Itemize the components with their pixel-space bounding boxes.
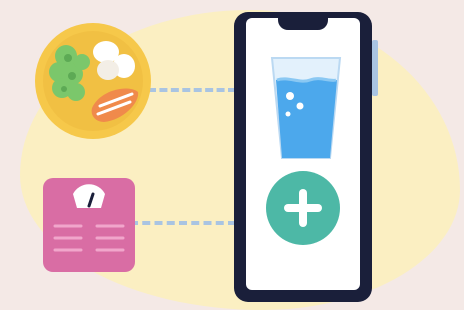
health-tracking-illustration xyxy=(0,0,464,310)
scale-connector-line xyxy=(130,221,236,225)
food-connector-line xyxy=(148,88,236,92)
water-glass-icon xyxy=(270,57,342,159)
phone-side-button xyxy=(372,40,378,96)
weight-scale-icon xyxy=(43,178,135,272)
phone-notch xyxy=(278,12,328,30)
food-plate-icon xyxy=(35,23,151,139)
add-button[interactable] xyxy=(266,171,340,245)
